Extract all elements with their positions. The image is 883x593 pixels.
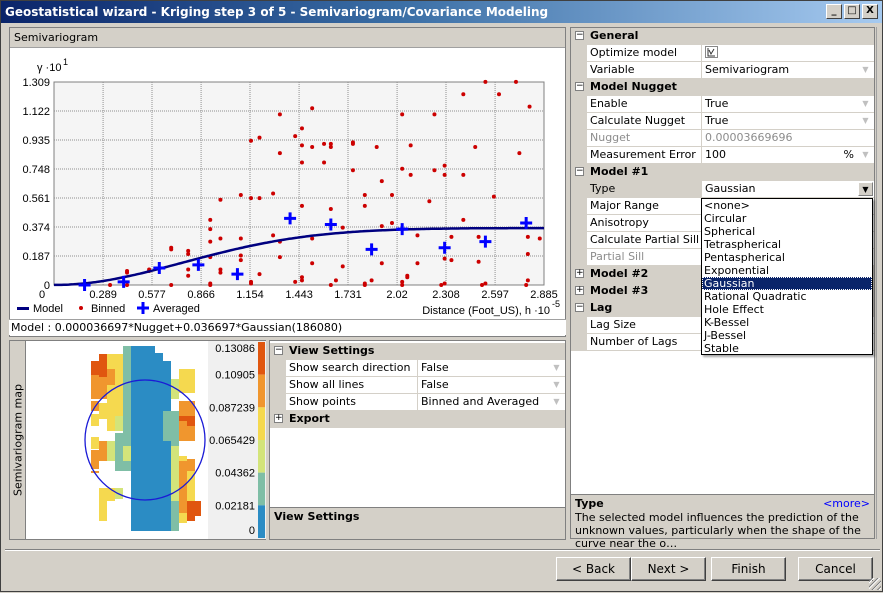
category-model-nugget[interactable]: − Model Nugget bbox=[571, 79, 874, 96]
show-all-lines-value[interactable]: False bbox=[418, 377, 565, 394]
dropdown-arrow-icon[interactable]: ▼ bbox=[858, 97, 873, 111]
expand-icon[interactable]: + bbox=[575, 269, 584, 278]
dropdown-arrow-icon[interactable]: ▼ bbox=[549, 378, 564, 392]
optimize-model-icon[interactable] bbox=[705, 46, 719, 59]
collapse-icon[interactable]: − bbox=[575, 82, 584, 91]
show-search-direction-value[interactable]: False bbox=[418, 360, 565, 377]
map-side-label: Semivariogram map bbox=[11, 384, 24, 496]
category-view-settings[interactable]: − View Settings bbox=[270, 343, 565, 360]
expand-icon[interactable]: + bbox=[575, 286, 584, 295]
view-settings-description: View Settings bbox=[270, 507, 565, 539]
dropdown-arrow-icon[interactable]: ▼ bbox=[549, 395, 564, 409]
semivariogram-map-panel: Semivariogram map bbox=[9, 340, 266, 540]
cancel-button[interactable]: Cancel bbox=[798, 557, 873, 581]
calculate-nugget-value[interactable]: True bbox=[702, 113, 874, 130]
expand-icon[interactable]: + bbox=[274, 414, 283, 423]
view-settings-grid: − View Settings Show search direction Fa… bbox=[269, 340, 566, 540]
next-button[interactable]: Next > bbox=[631, 557, 706, 581]
enable-value[interactable]: True bbox=[702, 96, 874, 113]
type-option[interactable]: Circular bbox=[702, 212, 872, 225]
type-option[interactable]: Exponential bbox=[702, 264, 872, 277]
semivariogram-panel: Semivariogram bbox=[9, 27, 566, 337]
dropdown-arrow-icon[interactable]: ▼ bbox=[858, 63, 873, 77]
type-option[interactable]: Rational Quadratic bbox=[702, 290, 872, 303]
prop-nugget: Nugget 0.00003669696 bbox=[571, 130, 874, 147]
variable-value[interactable]: Semivariogram bbox=[702, 62, 874, 79]
prop-enable[interactable]: Enable True ▼ bbox=[571, 96, 874, 113]
type-option[interactable]: Gaussian bbox=[702, 277, 872, 290]
vertical-scrollbar[interactable] bbox=[876, 27, 882, 539]
type-option[interactable]: Tetraspherical bbox=[702, 238, 872, 251]
collapse-icon[interactable]: − bbox=[575, 167, 584, 176]
collapse-icon[interactable]: − bbox=[274, 346, 283, 355]
category-general[interactable]: − General bbox=[571, 28, 874, 45]
prop-measurement-error[interactable]: Measurement Error 100 % ▼ bbox=[571, 147, 874, 164]
prop-type[interactable]: Type Gaussian ▼ bbox=[571, 181, 874, 198]
title-bar: Geostatistical wizard - Kriging step 3 o… bbox=[1, 1, 882, 23]
prop-show-search-direction[interactable]: Show search direction False ▼ bbox=[270, 360, 565, 377]
window-title: Geostatistical wizard - Kriging step 3 o… bbox=[5, 5, 549, 19]
dropdown-arrow-icon[interactable]: ▼ bbox=[858, 182, 873, 196]
button-separator bbox=[5, 549, 880, 551]
type-option[interactable]: J-Bessel bbox=[702, 329, 872, 342]
close-button[interactable]: X bbox=[862, 4, 878, 19]
type-option[interactable]: Spherical bbox=[702, 225, 872, 238]
dropdown-arrow-icon[interactable]: ▼ bbox=[858, 148, 873, 162]
type-option[interactable]: Stable bbox=[702, 342, 872, 355]
type-dropdown-list[interactable]: <none> Circular Spherical Tetraspherical Pen… bbox=[701, 198, 873, 355]
percent-unit: % bbox=[843, 148, 854, 161]
type-option[interactable]: Hole Effect bbox=[702, 303, 872, 316]
model-equation: Model : 0.000036697*Nugget+0.036697*Gaus… bbox=[9, 319, 566, 335]
prop-optimize-model[interactable]: Optimize model bbox=[571, 45, 874, 62]
nugget-value: 0.00003669696 bbox=[702, 130, 874, 147]
property-description: Type <more> The selected model influence… bbox=[571, 494, 874, 550]
more-link[interactable]: <more> bbox=[823, 497, 870, 510]
chart-panel-header: Semivariogram bbox=[10, 28, 565, 48]
dropdown-arrow-icon[interactable]: ▼ bbox=[858, 114, 873, 128]
collapse-icon[interactable]: − bbox=[575, 303, 584, 312]
type-value[interactable]: Gaussian bbox=[702, 181, 874, 198]
category-model-1[interactable]: − Model #1 bbox=[571, 164, 874, 181]
type-option[interactable]: K-Bessel bbox=[702, 316, 872, 329]
map-legend bbox=[208, 341, 266, 539]
map-side-tab: Semivariogram map bbox=[10, 341, 26, 539]
collapse-icon[interactable]: − bbox=[575, 31, 584, 40]
show-points-value[interactable]: Binned and Averaged bbox=[418, 394, 565, 411]
prop-show-all-lines[interactable]: Show all lines False ▼ bbox=[270, 377, 565, 394]
prop-show-points[interactable]: Show points Binned and Averaged ▼ bbox=[270, 394, 565, 411]
resize-grip-icon[interactable] bbox=[869, 578, 881, 590]
finish-button[interactable]: Finish bbox=[711, 557, 786, 581]
category-export[interactable]: + Export bbox=[270, 411, 565, 428]
prop-calculate-nugget[interactable]: Calculate Nugget True ▼ bbox=[571, 113, 874, 130]
wizard-window: Geostatistical wizard - Kriging step 3 o… bbox=[0, 0, 883, 592]
prop-variable[interactable]: Variable Semivariogram ▼ bbox=[571, 62, 874, 79]
type-option[interactable]: Pentaspherical bbox=[702, 251, 872, 264]
maximize-button[interactable]: □ bbox=[844, 4, 860, 19]
dropdown-arrow-icon[interactable]: ▼ bbox=[549, 361, 564, 375]
minimize-button[interactable]: _ bbox=[826, 4, 842, 19]
back-button[interactable]: < Back bbox=[556, 557, 631, 581]
type-option[interactable]: <none> bbox=[702, 199, 872, 212]
